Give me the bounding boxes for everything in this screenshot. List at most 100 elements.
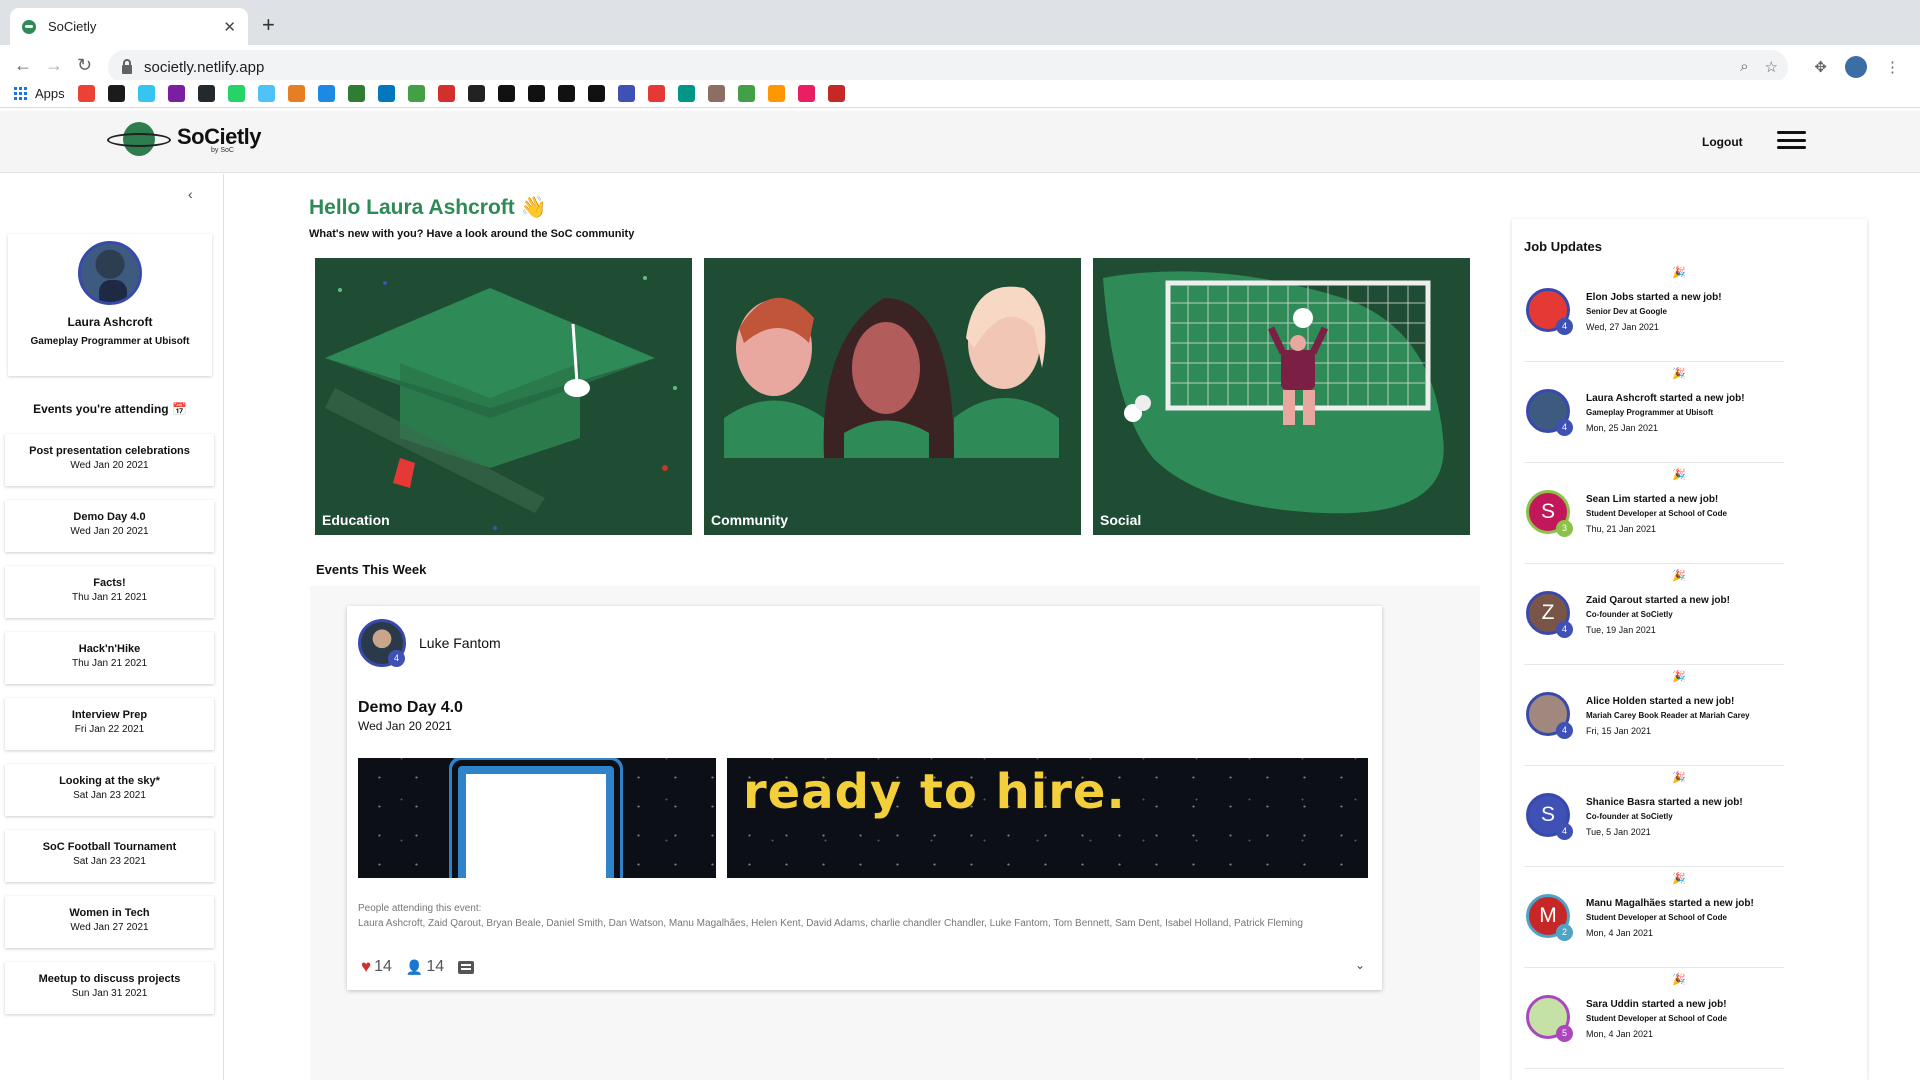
event-date: Sat Jan 23 2021 xyxy=(73,790,146,801)
bookmark-icon[interactable] xyxy=(137,85,155,102)
job-update-role: Senior Dev at Google xyxy=(1586,307,1667,316)
attending-event-card[interactable]: Facts! Thu Jan 21 2021 xyxy=(5,566,214,618)
post-author-name[interactable]: Luke Fantom xyxy=(419,635,501,651)
event-name: Demo Day 4.0 xyxy=(73,511,146,523)
attending-event-card[interactable]: Meetup to discuss projects Sun Jan 31 202… xyxy=(5,962,214,1014)
bookmark-icon[interactable] xyxy=(587,85,605,102)
bookmark-icon[interactable] xyxy=(497,85,515,102)
expand-chevron-icon[interactable]: ⌄ xyxy=(1355,958,1365,972)
attending-event-card[interactable]: Interview Prep Fri Jan 22 2021 xyxy=(5,698,214,750)
logout-button[interactable]: Logout xyxy=(1702,135,1743,149)
job-update-item[interactable]: 🎉 M 2 Manu Magalhães started a new job! Stud… xyxy=(1524,867,1784,968)
bookmark-icon[interactable] xyxy=(107,85,125,102)
attending-label: People attending this event: xyxy=(358,903,482,914)
browser-tabstrip: SoCietly ✕ + xyxy=(0,0,1920,45)
event-name: Women in Tech xyxy=(69,907,150,919)
collapse-sidebar-icon[interactable]: ‹ xyxy=(188,186,193,202)
user-level-badge: 3 xyxy=(1556,520,1573,537)
zoom-icon[interactable]: ⌕ xyxy=(1740,58,1748,76)
party-icon: 🎉 xyxy=(1672,368,1686,380)
main-content: Hello Laura Ashcroft 👋 What's new with y… xyxy=(224,174,1520,1080)
job-update-title: Shanice Basra started a new job! xyxy=(1586,797,1743,808)
extensions-puzzle-icon[interactable]: ✥ xyxy=(1814,58,1827,76)
hamburger-menu-icon[interactable] xyxy=(1777,131,1806,149)
forward-arrow-icon[interactable]: → xyxy=(45,55,63,76)
tile-label: Education xyxy=(322,512,390,528)
bookmark-icon[interactable] xyxy=(527,85,545,102)
bookmark-icon[interactable] xyxy=(737,85,755,102)
job-update-title: Elon Jobs started a new job! xyxy=(1586,292,1722,303)
job-update-item[interactable]: 🎉 4 Laura Ashcroft started a new job! Gamep… xyxy=(1524,362,1784,463)
attending-event-card[interactable]: Looking at the sky* Sat Jan 23 2021 xyxy=(5,764,214,816)
job-update-date: Mon, 25 Jan 2021 xyxy=(1586,423,1659,433)
bookmark-icon[interactable] xyxy=(287,85,305,102)
party-icon: 🎉 xyxy=(1672,873,1686,885)
societly-logo[interactable]: SoCietly by SoC xyxy=(107,119,262,159)
attending-event-card[interactable]: Women in Tech Wed Jan 27 2021 xyxy=(5,896,214,948)
attending-event-card[interactable]: SoC Football Tournament Sat Jan 23 2021 xyxy=(5,830,214,882)
education-tile[interactable]: Education xyxy=(315,258,692,535)
bookmark-icon[interactable] xyxy=(827,85,845,102)
societly-favicon-icon xyxy=(22,19,36,34)
football-goalkeeper-illustration xyxy=(1103,271,1444,514)
bookmark-apps[interactable]: Apps xyxy=(14,86,65,101)
attendee-count: 14 xyxy=(426,958,445,975)
bookmark-icon[interactable] xyxy=(557,85,575,102)
bookmark-star-icon[interactable]: ☆ xyxy=(1765,58,1778,76)
community-tile[interactable]: Community xyxy=(704,258,1081,535)
new-tab-button[interactable]: + xyxy=(262,12,275,38)
events-this-week-heading: Events This Week xyxy=(316,562,427,577)
bookmark-icon[interactable] xyxy=(227,85,245,102)
browser-tab[interactable]: SoCietly ✕ xyxy=(10,8,248,45)
job-update-item[interactable]: 🎉 4 Elon Jobs started a new job! Senior Dev… xyxy=(1524,261,1784,362)
job-update-role: Gameplay Programmer at Ubisoft xyxy=(1586,408,1714,417)
planet-logo-icon xyxy=(107,119,171,159)
bookmark-icon[interactable] xyxy=(767,85,785,102)
browser-menu-icon[interactable]: ⋮ xyxy=(1885,58,1900,76)
bookmark-icon[interactable] xyxy=(377,85,395,102)
bookmark-icon[interactable] xyxy=(77,85,95,102)
attending-event-card[interactable]: Demo Day 4.0 Wed Jan 20 2021 xyxy=(5,500,214,552)
job-update-role: Student Developer at School of Code xyxy=(1586,1014,1727,1023)
heart-icon: ♥ xyxy=(361,957,372,976)
job-update-item[interactable]: 🎉 S 4 Shanice Basra started a new job! Co-fo… xyxy=(1524,766,1784,867)
bookmark-icon[interactable] xyxy=(617,85,635,102)
comment-icon[interactable] xyxy=(458,960,475,974)
event-banner-image: ready to hire. xyxy=(358,758,1368,878)
attending-event-card[interactable]: Hack'n'Hike Thu Jan 21 2021 xyxy=(5,632,214,684)
job-update-item[interactable]: 🎉 Z 4 Zaid Qarout started a new job! Co-foun… xyxy=(1524,564,1784,665)
browser-profile-avatar[interactable] xyxy=(1845,56,1867,78)
attending-event-card[interactable]: Post presentation celebrations Wed Jan 20… xyxy=(5,434,214,486)
job-update-date: Fri, 15 Jan 2021 xyxy=(1586,726,1652,736)
bookmark-icon[interactable] xyxy=(677,85,695,102)
like-button[interactable]: ♥ 14 xyxy=(361,957,392,977)
bookmark-icon[interactable] xyxy=(317,85,335,102)
event-date: Thu Jan 21 2021 xyxy=(71,658,148,669)
profile-card[interactable]: Laura Ashcroft Gameplay Programmer at Ub… xyxy=(8,234,212,376)
job-update-item[interactable]: 🎉 S 3 Sean Lim started a new job! Student De… xyxy=(1524,463,1784,564)
party-icon: 🎉 xyxy=(1672,974,1686,986)
job-update-item[interactable]: 🎉 5 Sara Uddin started a new job! Student D… xyxy=(1524,968,1784,1069)
bookmark-icon[interactable] xyxy=(407,85,425,102)
bookmark-icon[interactable] xyxy=(167,85,185,102)
job-update-item[interactable]: 🎉 4 Alice Holden started a new job! Mariah … xyxy=(1524,665,1784,766)
bookmark-icons xyxy=(77,85,845,102)
bookmark-icon[interactable] xyxy=(797,85,815,102)
bookmark-icon[interactable] xyxy=(437,85,455,102)
address-bar[interactable]: societly.netlify.app ⌕ ☆ xyxy=(108,50,1788,84)
reload-icon[interactable]: ↻ xyxy=(77,55,92,76)
bookmark-icon[interactable] xyxy=(257,85,275,102)
attend-button[interactable]: 👤 14 xyxy=(406,958,444,976)
bookmark-icon[interactable] xyxy=(347,85,365,102)
back-arrow-icon[interactable]: ← xyxy=(14,55,32,76)
close-tab-icon[interactable]: ✕ xyxy=(223,18,236,36)
social-tile[interactable]: Social xyxy=(1093,258,1470,535)
attending-list: Laura Ashcroft, Zaid Qarout, Bryan Beale… xyxy=(358,918,1303,929)
bookmark-icon[interactable] xyxy=(467,85,485,102)
bookmark-icon[interactable] xyxy=(707,85,725,102)
bookmark-icon[interactable] xyxy=(647,85,665,102)
greeting-subtitle: What's new with you? Have a look around … xyxy=(309,228,635,240)
event-name: Meetup to discuss projects xyxy=(38,973,181,985)
bookmark-icon[interactable] xyxy=(197,85,215,102)
event-date: Sat Jan 23 2021 xyxy=(73,856,146,867)
